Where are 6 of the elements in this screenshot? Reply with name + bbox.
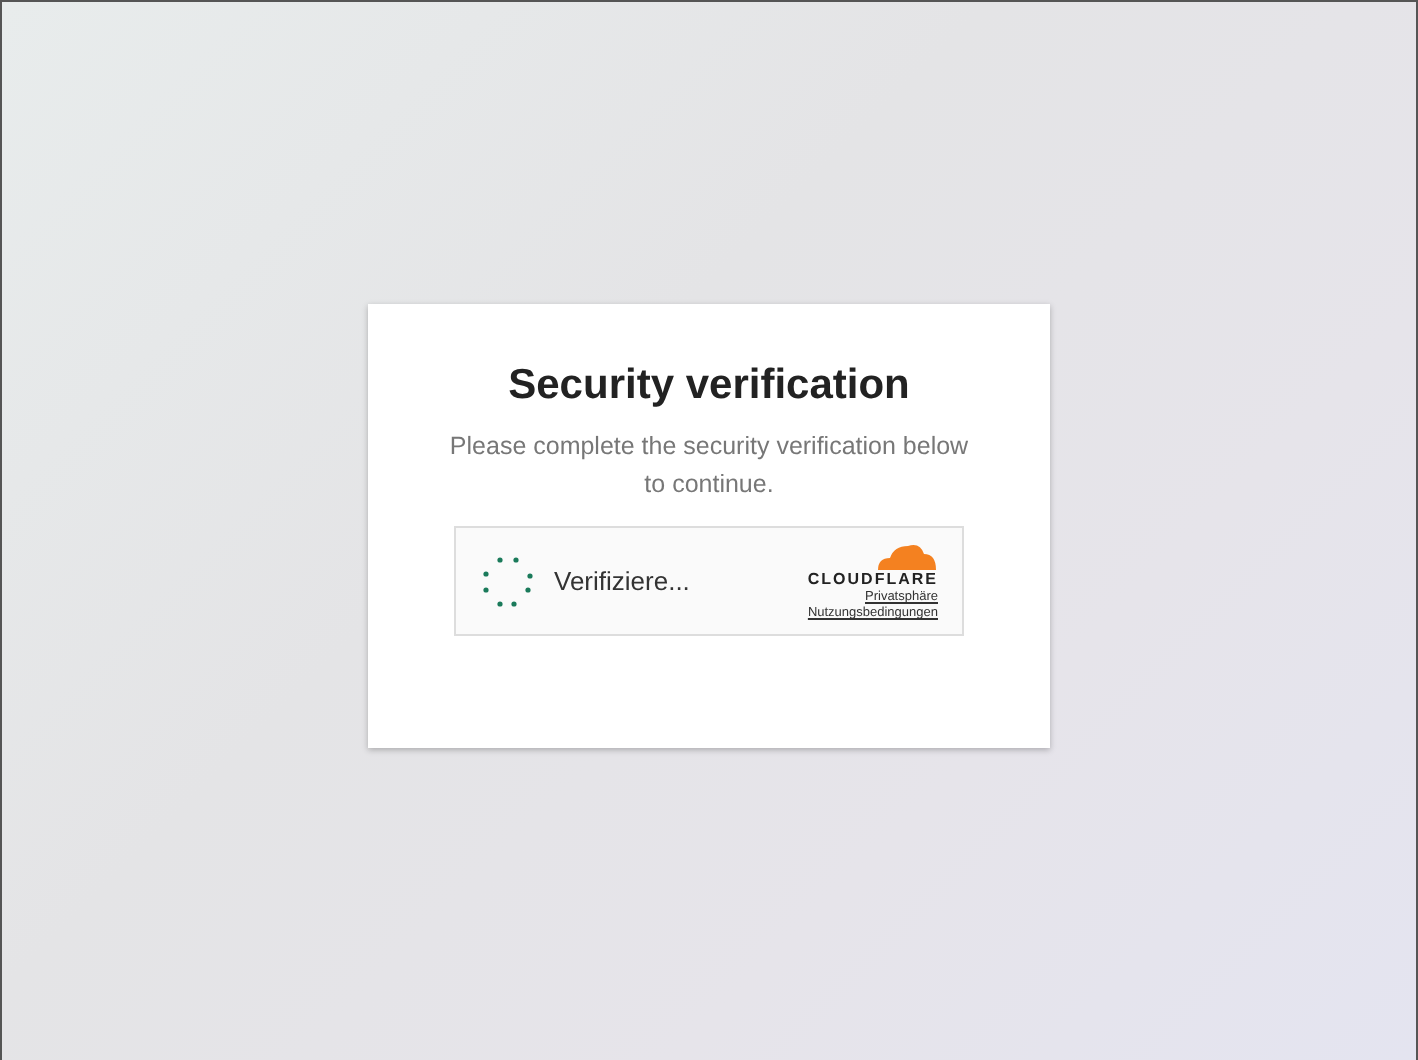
card-title: Security verification xyxy=(508,360,910,412)
card-message: Please complete the security verification below to continue. xyxy=(447,430,971,503)
cloud-icon xyxy=(874,540,938,571)
spinner-icon xyxy=(480,553,536,610)
status-text: Verifiziere... xyxy=(554,564,690,600)
brand-logo-text: CLOUDFLARE xyxy=(807,570,938,590)
